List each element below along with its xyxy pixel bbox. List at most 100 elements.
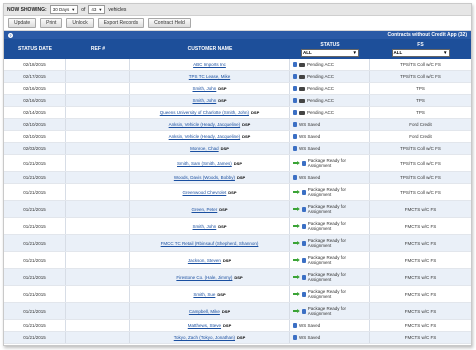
customer-link[interactable]: Queens University of Charlotte (Smith, J… (160, 110, 249, 115)
arrow-right-icon[interactable] (293, 190, 300, 194)
status-cell: WS Saved (290, 143, 370, 154)
help-icon[interactable]: ? (8, 32, 13, 38)
document-icon[interactable] (301, 206, 306, 212)
customer-link[interactable]: Smith, John (193, 98, 217, 103)
customer-link[interactable]: ABC Imports Inc (193, 62, 226, 67)
car-icon[interactable] (299, 62, 305, 67)
arrow-right-icon[interactable] (293, 224, 300, 228)
document-icon[interactable] (301, 240, 306, 246)
table-row[interactable]: 01/21/2015 Campbell, Mike DSP Package Ready… (4, 303, 471, 320)
table-row[interactable]: 01/21/2015 Smith, John DSP Package Ready fo… (4, 218, 471, 235)
customer-link[interactable]: Firestone Co. (Hale, Jimmy) (176, 275, 232, 280)
table-row[interactable]: 02/10/2015 Anksin, Vehicle (Heady, Jacque… (4, 119, 471, 131)
customer-link[interactable]: FMCC TC Retail (Rbinsauf (Shepherd, Shan… (161, 241, 259, 246)
col-ref-label: REF # (90, 46, 106, 52)
document-icon[interactable] (293, 122, 297, 127)
document-icon[interactable] (301, 257, 306, 263)
arrow-right-icon[interactable] (293, 207, 300, 211)
arrow-right-icon[interactable] (293, 275, 300, 279)
fs-cell: TPS/TS Coll w/C FS (400, 146, 441, 151)
fs-filter-select[interactable]: ALL ▼ (391, 48, 450, 57)
car-icon[interactable] (299, 86, 305, 91)
table-row[interactable]: 01/21/2015 Smith, Sam (Smith, James) DSP Pa… (4, 155, 471, 172)
document-icon[interactable] (301, 274, 306, 280)
status-text: Package Ready for Assignment (307, 306, 347, 316)
table-row[interactable]: 01/21/2015 Smith, Sue DSP Package Ready for… (4, 286, 471, 303)
col-status-label: STATUS (320, 41, 340, 48)
document-icon[interactable] (293, 98, 297, 103)
table-row[interactable]: 01/21/2015 Woods, Davis (Woods, Bobby) DSP… (4, 172, 471, 184)
customer-link[interactable]: Smith, Sam (Smith, James) (177, 161, 232, 166)
customer-link[interactable]: Anksin, Vehicle (Heady, Jacqueline) (169, 122, 240, 127)
table-row[interactable]: 01/21/2015 Tokyo, Zach (Tokyo, Jonathan) D… (4, 332, 471, 344)
table-row[interactable]: 02/18/2015 ABC Imports Inc Pending ACC TPS/… (4, 59, 471, 71)
table-row[interactable]: 02/16/2015 Smith, John DSP Pending ACC TPS (4, 95, 471, 107)
document-icon[interactable] (301, 189, 306, 195)
ref-cell (66, 332, 130, 343)
customer-link[interactable]: Woods, Davis (Woods, Bobby) (174, 175, 235, 180)
document-icon[interactable] (293, 74, 297, 79)
status-filter-select[interactable]: ALL ▼ (301, 48, 359, 57)
customer-link[interactable]: Monroe, Chad (190, 146, 219, 151)
table-row[interactable]: 01/21/2015 Firestone Co. (Hale, Jimmy) DSP… (4, 269, 471, 286)
customer-link[interactable]: Matthews, Steve (188, 323, 221, 328)
customer-cell: Smith, John DSP (130, 218, 290, 234)
ref-cell (66, 252, 130, 268)
customer-link[interactable]: Anksin, Vehicle (Heady, Jacqueline) (169, 134, 240, 139)
table-row[interactable]: 02/17/2015 TPS TC Lease, Mike Pending ACC T… (4, 71, 471, 83)
document-icon[interactable] (293, 146, 297, 151)
customer-link[interactable]: Greenwood Chevrolet (182, 190, 226, 195)
document-icon[interactable] (301, 223, 306, 229)
customer-link[interactable]: Tokyo, Zach (Tokyo, Jonathan) (174, 335, 235, 340)
col-ref[interactable]: REF # (66, 39, 130, 59)
table-row[interactable]: 01/21/2015 Jackson, Steven DSP Package Read… (4, 252, 471, 269)
fs-cell: FMCTS w/C FS (404, 323, 437, 328)
document-icon[interactable] (293, 323, 297, 328)
car-icon[interactable] (299, 98, 305, 103)
customer-link[interactable]: Smith, Sue (193, 292, 215, 297)
document-icon[interactable] (293, 86, 297, 91)
col-customer[interactable]: CUSTOMER NAME (130, 39, 290, 59)
table-row[interactable]: 02/10/2015 Anksin, Vehicle (Heady, Jacque… (4, 131, 471, 143)
arrow-right-icon[interactable] (293, 309, 300, 313)
update-button[interactable]: Update (8, 18, 37, 28)
table-row[interactable]: 01/21/2015 Matthews, Steve DSP WS Saved FMCT… (4, 320, 471, 332)
document-icon[interactable] (301, 160, 306, 166)
customer-link[interactable]: Green, Peter (192, 207, 218, 212)
fs-cell: TPS/TS Coll w/C FS (400, 175, 441, 180)
arrow-right-icon[interactable] (293, 161, 300, 165)
car-icon[interactable] (299, 110, 305, 115)
arrow-right-icon[interactable] (293, 241, 300, 245)
table-row[interactable]: 02/14/2015 Queens University of Charlotte… (4, 107, 471, 119)
customer-link[interactable]: Smith, John (193, 224, 217, 229)
arrow-right-icon[interactable] (293, 292, 300, 296)
document-icon[interactable] (293, 62, 297, 67)
col-status-date[interactable]: STATUS DATE (4, 39, 66, 59)
table-row[interactable]: 02/03/2015 Monroe, Chad DSP WS Saved TPS/TS … (4, 143, 471, 155)
document-icon[interactable] (301, 308, 306, 314)
arrow-right-icon[interactable] (293, 258, 300, 262)
document-icon[interactable] (293, 134, 297, 139)
customer-link[interactable]: Campbell, Mike (189, 309, 220, 314)
unit-label: vehicles (108, 6, 127, 13)
document-icon[interactable] (293, 175, 297, 180)
document-icon[interactable] (293, 335, 297, 340)
contract-held-button[interactable]: Contract Held (148, 18, 191, 28)
customer-link[interactable]: Smith, John (193, 86, 217, 91)
table-row[interactable]: 01/21/2015 FMCC TC Retail (Rbinsauf (Shep… (4, 235, 471, 252)
count-select[interactable]: 43 ▼ (88, 5, 106, 14)
document-icon[interactable] (293, 110, 297, 115)
print-button[interactable]: Print (40, 18, 63, 28)
customer-cell: TPS TC Lease, Mike (130, 71, 290, 82)
status-cell: WS Saved (290, 119, 370, 130)
range-select[interactable]: 30 Days ▼ (49, 5, 79, 14)
document-icon[interactable] (301, 291, 306, 297)
table-row[interactable]: 02/16/2015 Smith, John DSP Pending ACC TPS (4, 83, 471, 95)
customer-link[interactable]: Jackson, Steven (188, 258, 221, 263)
customer-link[interactable]: TPS TC Lease, Mike (189, 74, 230, 79)
unlock-button[interactable]: Unlock (66, 18, 94, 28)
export-records-button[interactable]: Export Records (97, 18, 145, 28)
table-row[interactable]: 01/21/2015 Green, Peter DSP Package Ready f… (4, 201, 471, 218)
table-row[interactable]: 01/21/2015 Greenwood Chevrolet DSP Package … (4, 184, 471, 201)
car-icon[interactable] (299, 74, 305, 79)
